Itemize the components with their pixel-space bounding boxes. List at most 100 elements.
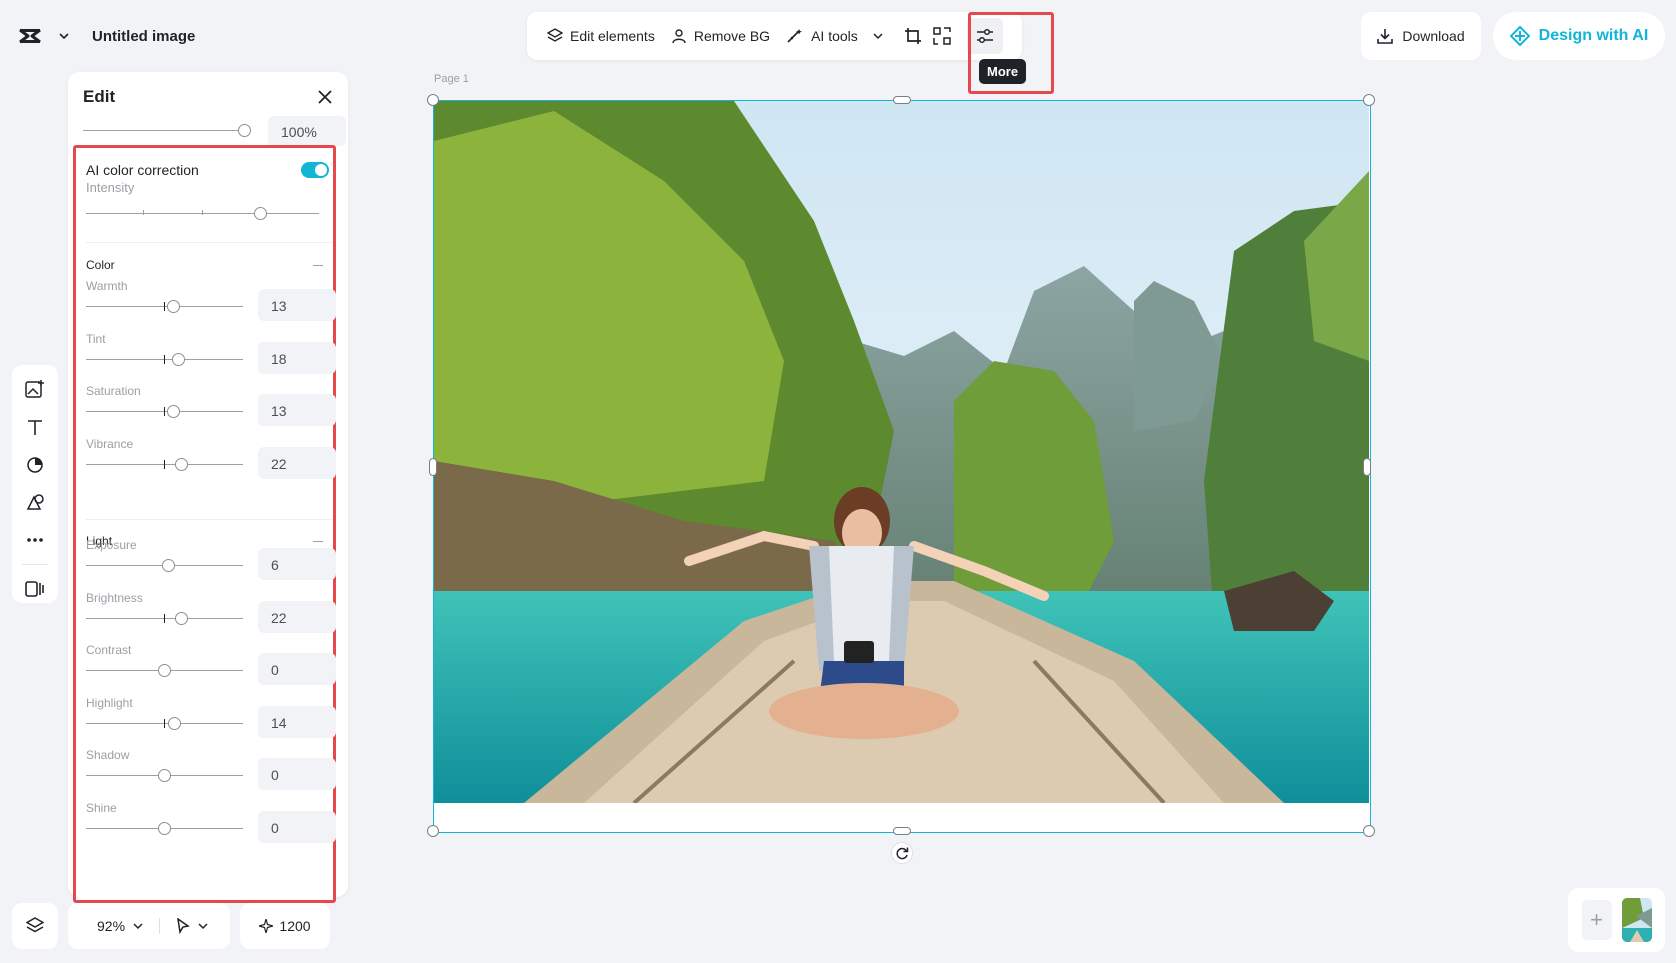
intensity-tick — [143, 210, 144, 215]
slider-knob[interactable] — [158, 769, 171, 782]
ai-tools-button[interactable]: AI tools — [778, 18, 891, 54]
edit-panel-title: Edit — [83, 87, 116, 106]
chevron-down-icon[interactable] — [133, 922, 143, 930]
slider-value-input[interactable]: 13 — [258, 394, 336, 426]
brand-kit-button[interactable] — [20, 575, 50, 603]
add-image-icon — [25, 379, 44, 398]
slider-label: Vibrance — [86, 436, 134, 451]
sparkle-diamond-icon — [1509, 26, 1530, 46]
slider-label: Shadow — [86, 748, 130, 762]
slider-value-input[interactable]: 14 — [258, 705, 336, 738]
capcut-logo-icon[interactable] — [18, 25, 44, 47]
slider-knob[interactable] — [172, 352, 185, 366]
close-icon[interactable] — [317, 89, 333, 105]
slider-knob[interactable] — [167, 300, 180, 313]
ai-color-correction-row: AI color correction — [86, 162, 329, 178]
slider-value-input[interactable]: 22 — [258, 446, 336, 479]
resize-handle-top-left[interactable] — [427, 94, 439, 106]
document-title[interactable]: Untitled image — [92, 28, 195, 45]
chevron-down-icon[interactable] — [198, 922, 208, 930]
edit-elements-button[interactable]: Edit elements — [539, 18, 663, 54]
slider-row-saturation: Saturation 13 — [86, 384, 336, 436]
page-label: Page 1 — [434, 73, 469, 85]
resize-handle-left[interactable] — [429, 458, 437, 476]
remove-bg-button[interactable]: Remove BG — [663, 18, 778, 54]
rotate-button[interactable] — [891, 842, 913, 864]
ai-color-correction-toggle[interactable] — [301, 162, 329, 178]
intensity-label: Intensity — [86, 180, 135, 195]
sparkle-icon — [259, 919, 274, 933]
slider-row-tint: Tint 18 — [86, 332, 336, 384]
sliders-icon — [976, 28, 993, 44]
ai-color-correction-label: AI color correction — [86, 162, 199, 178]
slider-value-input[interactable]: 6 — [258, 548, 336, 580]
more-tools-button[interactable] — [20, 526, 50, 554]
download-button[interactable]: Download — [1361, 12, 1481, 60]
text-icon — [28, 419, 42, 435]
slider-knob[interactable] — [158, 664, 171, 677]
add-page-button[interactable]: + — [1581, 900, 1612, 940]
chevron-down-icon[interactable] — [58, 30, 70, 42]
ai-tools-label: AI tools — [811, 28, 858, 44]
slider-label: Warmth — [86, 279, 128, 293]
slider-value-input[interactable]: 18 — [258, 341, 336, 374]
slider-knob[interactable] — [162, 559, 175, 572]
image-toolbar: Edit elements Remove BG AI tools — [527, 12, 1022, 60]
text-tool-button[interactable] — [20, 413, 50, 441]
zoom-value[interactable]: 92% — [97, 918, 125, 934]
resize-handle-bottom[interactable] — [893, 827, 911, 835]
opacity-value[interactable]: 100% — [268, 116, 346, 146]
layers-icon — [26, 917, 44, 933]
resize-handle-right[interactable] — [1363, 458, 1371, 476]
qr-scan-button[interactable] — [931, 18, 953, 54]
resize-handle-top-right[interactable] — [1363, 94, 1375, 106]
slider-label: Exposure — [86, 538, 137, 552]
app-header: Untitled image — [18, 22, 195, 50]
slider-knob[interactable] — [158, 821, 171, 835]
slider-knob[interactable] — [168, 716, 181, 730]
left-tool-rail — [12, 365, 58, 603]
resize-handle-bottom-left[interactable] — [427, 825, 439, 837]
slider-row-warmth: Warmth 13 — [86, 279, 336, 331]
shapes-tool-button[interactable] — [20, 451, 50, 479]
pointer-icon[interactable] — [176, 918, 190, 934]
separator — [159, 918, 161, 934]
canvas-photo[interactable] — [434, 101, 1369, 803]
slider-knob[interactable] — [175, 611, 188, 625]
rail-divider — [22, 564, 48, 566]
slider-row-contrast: Contrast 0 — [86, 643, 336, 695]
resize-handle-bottom-right[interactable] — [1363, 825, 1375, 837]
slider-knob[interactable] — [175, 457, 188, 471]
remove-bg-label: Remove BG — [693, 28, 771, 44]
slider-value-input[interactable]: 0 — [258, 758, 336, 790]
design-canvas[interactable] — [427, 94, 1375, 837]
shapes-icon — [27, 456, 43, 473]
slider-knob[interactable] — [167, 405, 180, 418]
slider-center-tick — [164, 459, 165, 469]
credits-button[interactable]: 1200 — [240, 903, 330, 949]
slider-value-input[interactable]: 22 — [258, 600, 336, 633]
slider-center-tick — [164, 302, 165, 311]
collapse-icon[interactable] — [313, 264, 323, 266]
opacity-track — [83, 130, 248, 131]
add-image-button[interactable] — [20, 375, 50, 403]
slider-row-highlight: Highlight 14 — [86, 696, 336, 748]
person-icon — [672, 29, 686, 44]
more-adjust-button[interactable] — [966, 18, 1003, 54]
slider-center-tick — [164, 407, 165, 416]
color-group-header[interactable]: Color — [86, 258, 323, 272]
slider-value-input[interactable]: 0 — [258, 810, 336, 843]
slider-row-brightness: Brightness 22 — [86, 591, 336, 643]
page-thumbnail[interactable] — [1621, 898, 1652, 942]
crop-button[interactable] — [895, 18, 931, 54]
design-with-ai-button[interactable]: Design with AI — [1493, 12, 1665, 60]
resize-handle-top[interactable] — [893, 96, 911, 104]
divider — [86, 242, 333, 243]
opacity-slider-knob[interactable] — [238, 124, 251, 137]
intensity-slider-knob[interactable] — [254, 207, 267, 220]
slider-value-input[interactable]: 0 — [258, 653, 336, 685]
layers-button[interactable] — [12, 903, 58, 949]
elements-tool-button[interactable] — [20, 489, 50, 517]
slider-center-tick — [164, 613, 165, 623]
slider-value-input[interactable]: 13 — [258, 289, 336, 321]
